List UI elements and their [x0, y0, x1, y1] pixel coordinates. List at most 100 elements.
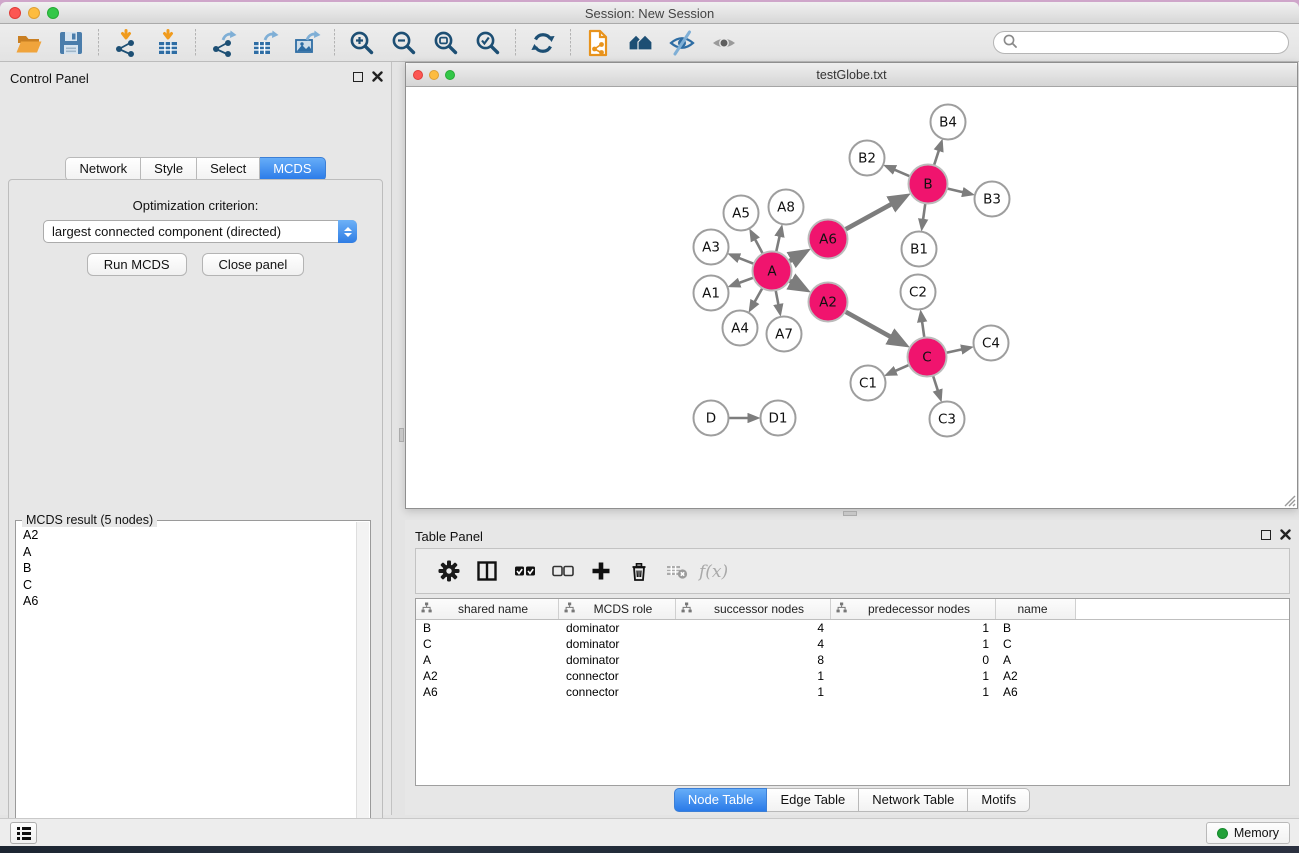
graph-node-B4[interactable]: B4: [931, 105, 966, 140]
float-icon[interactable]: [1261, 530, 1271, 540]
table-row[interactable]: Adominator80A: [416, 652, 1289, 668]
graph-node-A2[interactable]: A2: [809, 283, 848, 322]
select-all-checkboxes-button[interactable]: [506, 552, 544, 590]
export-table-button[interactable]: [244, 26, 286, 60]
save-session-button[interactable]: [50, 26, 92, 60]
mcds-result-list[interactable]: A2ABCA6: [17, 522, 355, 853]
graph-node-C1[interactable]: C1: [851, 366, 886, 401]
memory-status-icon: [1217, 828, 1228, 839]
graph-node-B3[interactable]: B3: [975, 182, 1010, 217]
network-canvas[interactable]: B4 B2 B B3 A8 A5 A6 A3 B1 A A1 C2 A2 A4 A7 C4 C C1 D D1 C3: [406, 88, 1297, 508]
toolbar-separator: [570, 29, 571, 57]
zoom-in-icon: [348, 29, 376, 57]
column-header-predecessor-nodes[interactable]: predecessor nodes: [831, 599, 996, 619]
cell-shared-name: C: [416, 636, 559, 652]
close-icon[interactable]: [1280, 529, 1291, 540]
horizontal-scroll-thumb[interactable]: [843, 511, 857, 516]
search-input[interactable]: [1017, 36, 1280, 50]
show-eye-button[interactable]: [703, 26, 745, 60]
graph-node-A1[interactable]: A1: [694, 276, 729, 311]
column-header-shared-name[interactable]: shared name: [416, 599, 559, 619]
edge-A2-C[interactable]: [843, 310, 892, 337]
tab-select[interactable]: Select: [197, 157, 260, 181]
network-graph[interactable]: B4 B2 B B3 A8 A5 A6 A3 B1 A A1 C2 A2 A4 A7 C4 C C1 D D1 C3: [406, 88, 1297, 508]
graph-node-C4[interactable]: C4: [974, 326, 1009, 361]
add-row-button[interactable]: [582, 552, 620, 590]
graph-node-B1[interactable]: B1: [902, 232, 937, 267]
memory-button[interactable]: Memory: [1206, 822, 1290, 844]
homes-button[interactable]: [619, 26, 661, 60]
graph-node-D1[interactable]: D1: [761, 401, 796, 436]
import-network-icon: [112, 29, 140, 57]
optimization-criterion-select[interactable]: largest connected component (directed): [43, 220, 357, 243]
table-row[interactable]: Bdominator41B: [416, 620, 1289, 636]
task-history-button[interactable]: [10, 822, 37, 844]
table-row[interactable]: A2connector11A2: [416, 668, 1289, 684]
refresh-layout-button[interactable]: [522, 26, 564, 60]
cell-shared-name: A: [416, 652, 559, 668]
graph-node-D[interactable]: D: [694, 401, 729, 436]
column-header-name[interactable]: name: [996, 599, 1076, 619]
svg-text:B3: B3: [983, 192, 1001, 208]
mcds-result-item[interactable]: C: [17, 577, 355, 594]
svg-text:A1: A1: [702, 286, 720, 302]
mcds-result-item[interactable]: A6: [17, 593, 355, 610]
float-icon[interactable]: [353, 72, 363, 82]
mcds-result-item[interactable]: A: [17, 544, 355, 561]
scrollbar[interactable]: [356, 522, 369, 853]
table-row[interactable]: Cdominator41C: [416, 636, 1289, 652]
columns-button[interactable]: [468, 552, 506, 590]
deselect-all-checkboxes-button[interactable]: [544, 552, 582, 590]
node-table[interactable]: shared nameMCDS rolesuccessor nodesprede…: [415, 598, 1290, 786]
close-panel-button[interactable]: Close panel: [202, 253, 305, 276]
mcds-result-item[interactable]: B: [17, 560, 355, 577]
column-header-MCDS-role[interactable]: MCDS role: [559, 599, 676, 619]
export-network-icon: [209, 29, 237, 57]
tab-style[interactable]: Style: [141, 157, 197, 181]
resize-grip-icon[interactable]: [1282, 493, 1296, 507]
export-image-button[interactable]: [286, 26, 328, 60]
graph-node-C[interactable]: C: [908, 338, 947, 377]
graph-node-B[interactable]: B: [909, 165, 948, 204]
close-icon[interactable]: [372, 71, 383, 82]
graph-node-A8[interactable]: A8: [769, 190, 804, 225]
zoom-fit-button[interactable]: [425, 26, 467, 60]
graph-node-A4[interactable]: A4: [723, 311, 758, 346]
zoom-selected-button[interactable]: [467, 26, 509, 60]
delete-row-button[interactable]: [620, 552, 658, 590]
import-network-button[interactable]: [105, 26, 147, 60]
graph-node-A7[interactable]: A7: [767, 317, 802, 352]
edge-A6-B[interactable]: [843, 203, 892, 230]
graph-node-C2[interactable]: C2: [901, 275, 936, 310]
import-table-button[interactable]: [147, 26, 189, 60]
graph-node-B2[interactable]: B2: [850, 141, 885, 176]
mcds-result-item[interactable]: A2: [17, 527, 355, 544]
export-network-button[interactable]: [202, 26, 244, 60]
graph-node-A3[interactable]: A3: [694, 230, 729, 265]
network-file-button[interactable]: [577, 26, 619, 60]
graph-node-A[interactable]: A: [753, 252, 792, 291]
column-header-successor-nodes[interactable]: successor nodes: [676, 599, 831, 619]
vertical-scroll-thumb[interactable]: [399, 428, 404, 442]
tab-mcds[interactable]: MCDS: [260, 157, 325, 181]
search-box[interactable]: [993, 31, 1289, 54]
graph-node-C3[interactable]: C3: [930, 402, 965, 437]
gear-button[interactable]: [430, 552, 468, 590]
tab-motifs[interactable]: Motifs: [968, 788, 1030, 812]
zoom-in-button[interactable]: [341, 26, 383, 60]
tab-network[interactable]: Network: [65, 157, 141, 181]
network-window-titlebar[interactable]: testGlobe.txt: [406, 63, 1297, 87]
open-file-button[interactable]: [8, 26, 50, 60]
hide-eye-button[interactable]: [661, 26, 703, 60]
tab-network-table[interactable]: Network Table: [859, 788, 968, 812]
graph-node-A6[interactable]: A6: [809, 220, 848, 259]
run-mcds-button[interactable]: Run MCDS: [87, 253, 187, 276]
tab-node-table[interactable]: Node Table: [674, 788, 768, 812]
import-table-icon: [154, 29, 182, 57]
svg-text:A5: A5: [732, 206, 750, 222]
tab-edge-table[interactable]: Edge Table: [767, 788, 859, 812]
cell-successor-nodes: 4: [676, 620, 831, 636]
graph-node-A5[interactable]: A5: [724, 196, 759, 231]
zoom-out-button[interactable]: [383, 26, 425, 60]
table-row[interactable]: A6connector11A6: [416, 684, 1289, 700]
